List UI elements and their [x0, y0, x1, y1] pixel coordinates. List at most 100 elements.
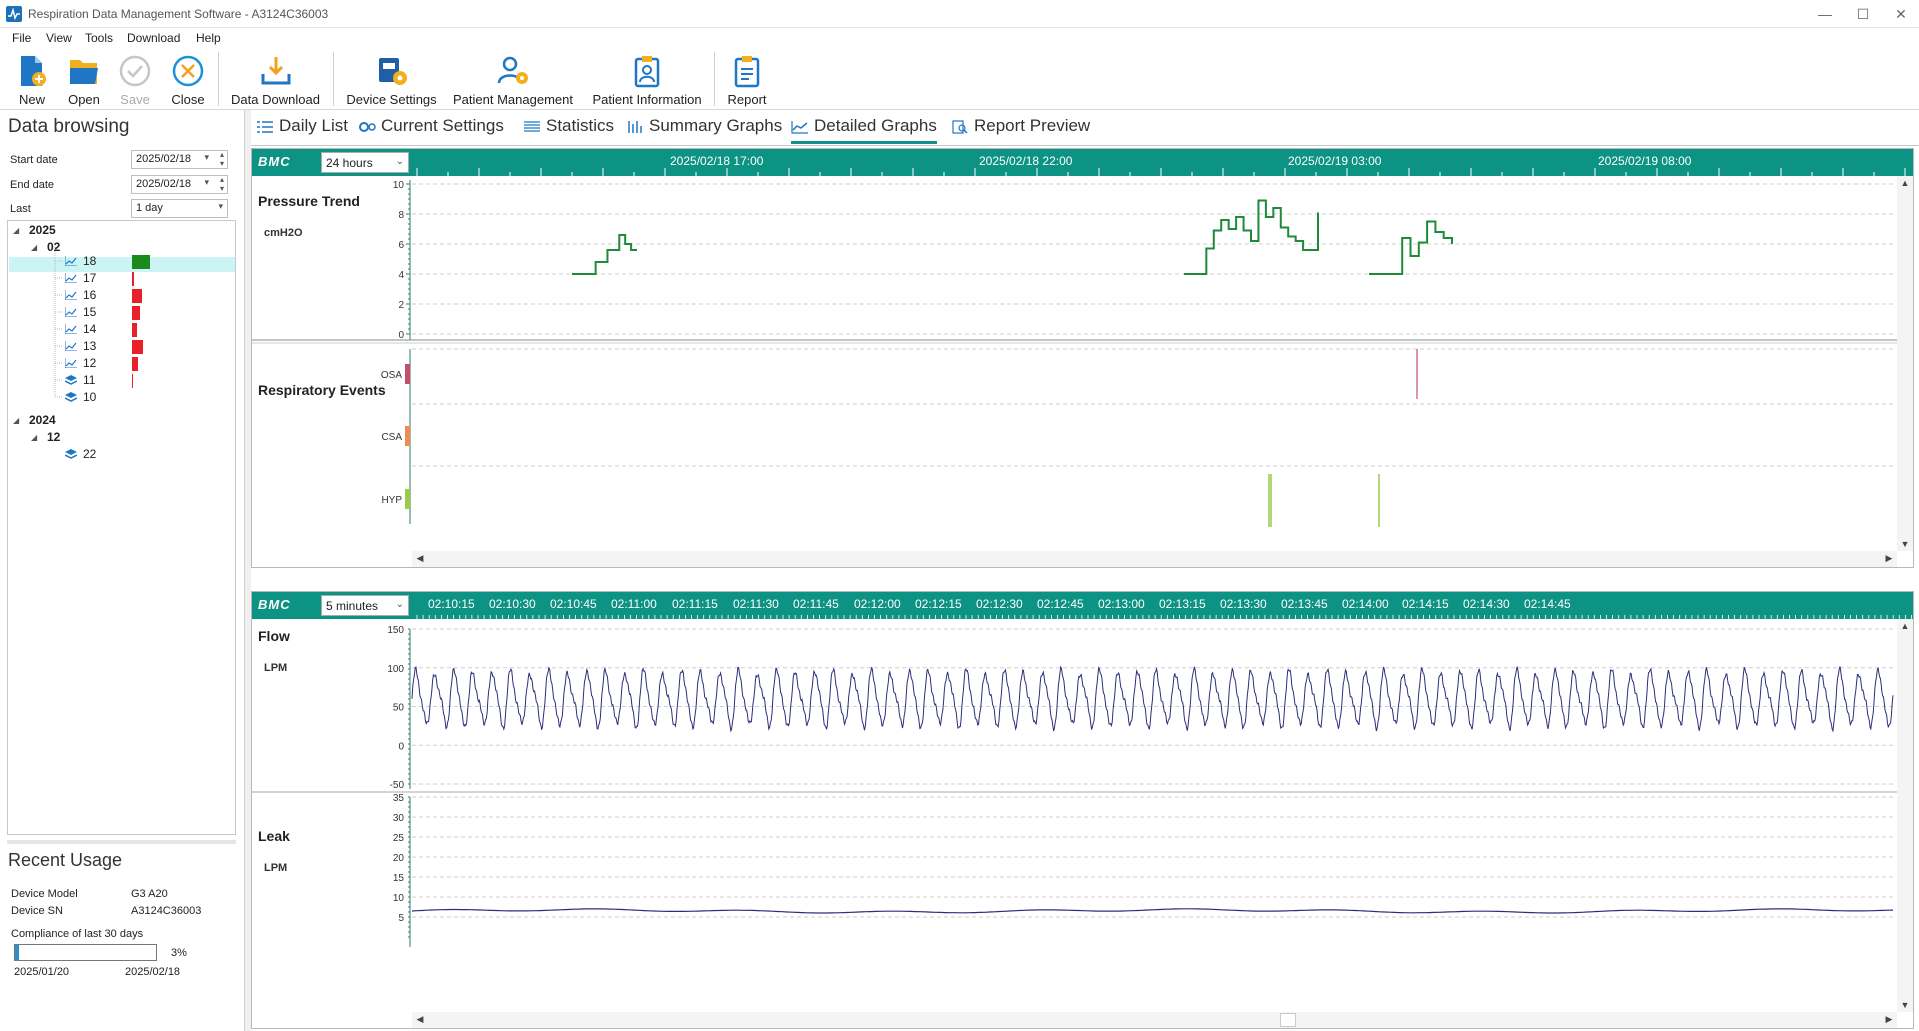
- compliance-label: Compliance of last 30 days: [11, 928, 144, 940]
- main-area: Daily List Current Settings Statistics S…: [251, 110, 1919, 1031]
- data-download-button[interactable]: Data Download: [228, 50, 323, 108]
- spinner-icon[interactable]: ▴ ▾: [220, 150, 224, 168]
- menu-download[interactable]: Download: [127, 31, 180, 45]
- scroll-up-icon[interactable]: ▲: [1897, 621, 1913, 631]
- toolbar-separator: [333, 52, 334, 106]
- patient-management-button[interactable]: Patient Management: [450, 50, 576, 108]
- tab-daily-list[interactable]: Daily List: [256, 116, 348, 144]
- date-tree[interactable]: ◢ 2025 ◢ 02 18 17 16 15 14 13 12 11 10 ◢ 2024 ◢ …: [7, 220, 236, 835]
- scroll-thumb[interactable]: [1280, 1013, 1296, 1027]
- upper-time-label: 2025/02/18 22:00: [979, 154, 1073, 168]
- new-button[interactable]: New: [12, 50, 52, 108]
- scroll-right-icon[interactable]: ▶: [1881, 1014, 1897, 1025]
- scroll-down-icon[interactable]: ▼: [1897, 539, 1913, 549]
- pressure-series-line: [572, 234, 637, 275]
- save-button[interactable]: Save: [115, 50, 155, 108]
- report-button[interactable]: Report: [722, 50, 772, 108]
- start-date-picker[interactable]: 2025/02/18 ▾ ▴ ▾: [131, 150, 228, 169]
- clipboard-user-icon: [634, 56, 660, 88]
- lower-vertical-scrollbar[interactable]: ▲ ▼: [1897, 619, 1913, 1012]
- compliance-progress-fill: [15, 945, 20, 960]
- tree-day-15[interactable]: 15: [83, 305, 96, 319]
- tab-bar: Daily List Current Settings Statistics S…: [251, 110, 1919, 146]
- stack-icon: [65, 392, 77, 402]
- menu-tools[interactable]: Tools: [85, 31, 113, 45]
- usage-bar: [132, 374, 133, 388]
- scroll-left-icon[interactable]: ◀: [412, 1014, 428, 1025]
- tree-day-18[interactable]: 18: [83, 254, 96, 268]
- tree-connectors: [54, 247, 63, 398]
- tab-report-preview[interactable]: Report Preview: [951, 116, 1090, 144]
- usage-bar: [132, 272, 134, 286]
- spinner-icon[interactable]: ▴ ▾: [220, 175, 224, 193]
- tree-day-10[interactable]: 10: [83, 390, 96, 404]
- scroll-left-icon[interactable]: ◀: [412, 553, 428, 564]
- chart-line-icon: [65, 273, 77, 283]
- tree-day-14[interactable]: 14: [83, 322, 96, 336]
- close-window-button[interactable]: ✕: [1886, 3, 1916, 25]
- pressure-y-tick-label: 4: [398, 270, 404, 281]
- tab-detailed-graphs[interactable]: Detailed Graphs: [791, 116, 937, 144]
- tab-summary-graphs[interactable]: Summary Graphs: [626, 116, 782, 144]
- tree-month-12[interactable]: 12: [47, 430, 60, 444]
- recent-usage-title: Recent Usage: [8, 850, 123, 870]
- last-label: Last: [10, 203, 31, 215]
- lower-time-label: 02:13:15: [1159, 597, 1206, 611]
- open-button[interactable]: Open: [64, 50, 104, 108]
- panel-splitter[interactable]: [7, 840, 236, 844]
- open-label: Open: [68, 92, 100, 107]
- upper-horizontal-scrollbar[interactable]: ◀ ▶: [412, 551, 1897, 567]
- tree-day-13[interactable]: 13: [83, 339, 96, 353]
- lower-time-label: 02:11:30: [733, 597, 779, 611]
- menu-view[interactable]: View: [46, 31, 72, 45]
- list-icon: [257, 120, 273, 133]
- minimize-button[interactable]: —: [1810, 3, 1840, 25]
- end-date-picker[interactable]: 2025/02/18 ▾ ▴ ▾: [131, 175, 228, 194]
- lower-time-label: 02:10:30: [489, 597, 536, 611]
- leak-y-tick-label: 5: [398, 913, 404, 924]
- upper-time-label: 2025/02/18 17:00: [670, 154, 764, 168]
- lower-time-label: 02:14:30: [1463, 597, 1510, 611]
- start-date-value: 2025/02/18: [136, 153, 192, 165]
- tab-current-settings[interactable]: Current Settings: [358, 116, 504, 144]
- maximize-button[interactable]: ☐: [1848, 3, 1878, 25]
- pressure-y-tick-label: 6: [398, 240, 404, 251]
- last-period-value: 1 day: [136, 202, 163, 214]
- respiratory-events-title: Respiratory Events: [258, 382, 386, 398]
- tab-label: Summary Graphs: [649, 116, 783, 135]
- report-label: Report: [727, 92, 767, 107]
- tree-day-22[interactable]: 22: [83, 447, 96, 461]
- device-sn-value: A3124C36003: [131, 905, 202, 917]
- tab-statistics[interactable]: Statistics: [523, 116, 614, 144]
- close-button[interactable]: Close: [167, 50, 209, 108]
- event-row-label: CSA: [381, 432, 402, 443]
- title-bar: Respiration Data Management Software - A…: [0, 0, 1919, 28]
- scroll-down-icon[interactable]: ▼: [1897, 1000, 1913, 1010]
- lower-time-label: 02:12:15: [915, 597, 962, 611]
- usage-bar: [132, 289, 142, 303]
- lower-time-label: 02:12:30: [976, 597, 1023, 611]
- usage-bar: [132, 255, 150, 269]
- collapse-arrow-icon[interactable]: ◢: [31, 433, 37, 442]
- patient-information-button[interactable]: Patient Information: [587, 50, 707, 108]
- toolbar-separator: [714, 52, 715, 106]
- scroll-up-icon[interactable]: ▲: [1897, 178, 1913, 188]
- upper-vertical-scrollbar[interactable]: ▲ ▼: [1897, 176, 1913, 551]
- lower-time-label: 02:12:00: [854, 597, 901, 611]
- event-row-label: HYP: [381, 495, 402, 506]
- tree-day-12[interactable]: 12: [83, 356, 96, 370]
- menu-help[interactable]: Help: [196, 31, 221, 45]
- last-period-select[interactable]: 1 day ▾: [131, 199, 228, 218]
- save-label: Save: [120, 92, 150, 107]
- tree-day-11[interactable]: 11: [83, 373, 95, 387]
- collapse-arrow-icon[interactable]: ◢: [13, 416, 19, 425]
- tree-day-17[interactable]: 17: [83, 271, 96, 285]
- tree-year-2024[interactable]: 2024: [29, 413, 56, 427]
- device-settings-button[interactable]: Device Settings: [344, 50, 439, 108]
- scroll-right-icon[interactable]: ▶: [1881, 553, 1897, 564]
- tree-day-16[interactable]: 16: [83, 288, 96, 302]
- menu-file[interactable]: File: [12, 31, 31, 45]
- tab-label: Statistics: [546, 116, 615, 135]
- lower-time-label: 02:10:15: [428, 597, 475, 611]
- lower-horizontal-scrollbar[interactable]: ◀ ▶: [412, 1012, 1897, 1028]
